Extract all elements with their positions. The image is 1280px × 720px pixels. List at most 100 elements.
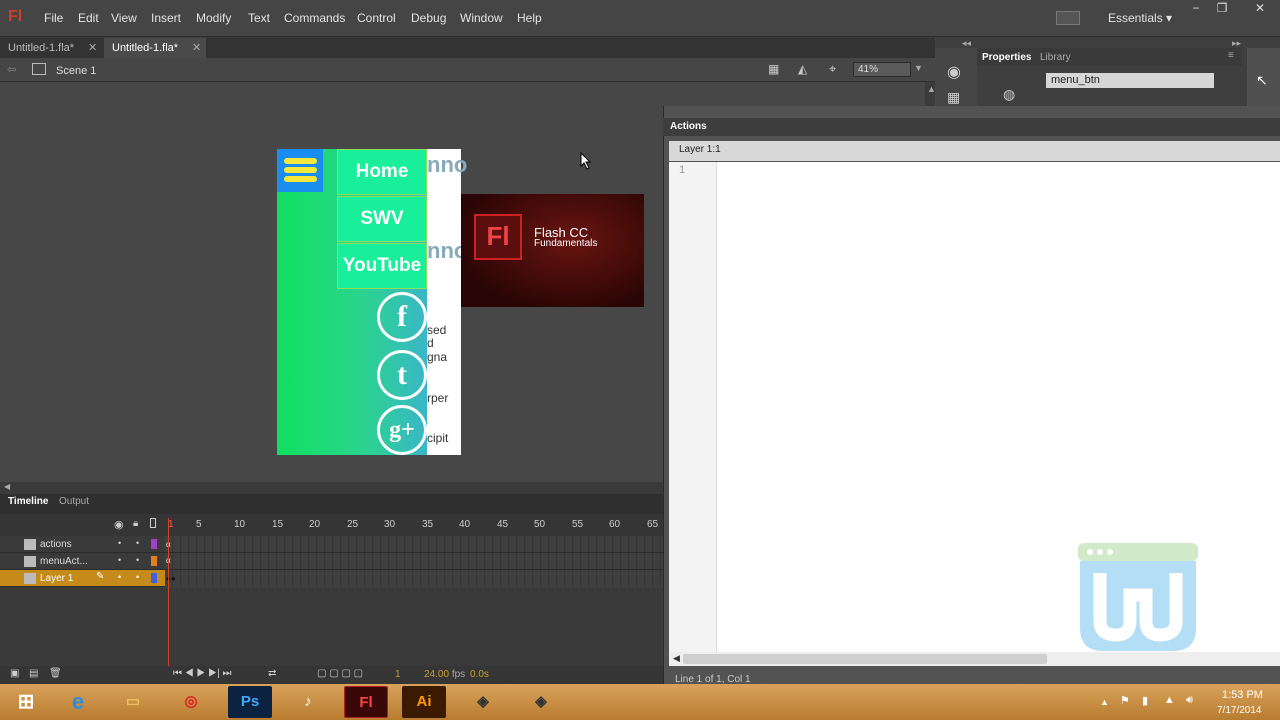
frame-number[interactable]: 45 (497, 519, 508, 530)
frame-number[interactable]: 5 (196, 519, 202, 530)
playhead[interactable] (168, 518, 169, 666)
power-icon[interactable]: ▮ (1142, 694, 1148, 707)
tray-arrow-icon[interactable]: ▲ (1100, 697, 1109, 707)
edit-scene-icon[interactable]: ▦ (768, 62, 779, 76)
layer-row-layer-1[interactable]: Layer 1 ✎ • • (0, 570, 165, 587)
color-palette-icon[interactable]: ◉ (947, 62, 961, 82)
instance-name-field[interactable]: menu_btn (1046, 73, 1214, 88)
tab-library[interactable]: Library (1040, 52, 1071, 63)
layer-row-actions[interactable]: actions • • (0, 536, 663, 553)
tab-document-1[interactable]: Untitled-1.fla* ✕ (0, 38, 102, 58)
frame-number[interactable]: 35 (422, 519, 433, 530)
close-tab-icon[interactable]: ✕ (192, 38, 201, 58)
frame-rate[interactable]: 24.00 fps (424, 669, 465, 680)
network-icon[interactable]: ▲ (1164, 694, 1175, 706)
file-explorer-icon[interactable]: ▭ (111, 686, 155, 718)
google-plus-icon[interactable]: g+ (377, 405, 427, 455)
close-tab-icon[interactable]: ✕ (88, 38, 97, 58)
nav-button-youtube[interactable]: YouTube (337, 243, 427, 289)
start-button-icon[interactable]: ⊞ (4, 686, 48, 718)
chrome-icon[interactable]: ◎ (169, 686, 213, 718)
frame-number[interactable]: 30 (384, 519, 395, 530)
current-frame[interactable]: 1 (395, 669, 401, 680)
frame-number[interactable]: 55 (572, 519, 583, 530)
actions-panel-title[interactable]: Actions (663, 118, 1280, 136)
frame-number[interactable]: 20 (309, 519, 320, 530)
tab-timeline[interactable]: Timeline (8, 496, 48, 507)
close-window-button[interactable]: ✕ (1240, 0, 1280, 18)
loop-icon[interactable]: ⇄ (268, 668, 276, 679)
menu-insert[interactable]: Insert (151, 11, 181, 25)
code-scroll-left-icon[interactable]: ◀ (673, 653, 680, 664)
nav-button-swv[interactable]: SWV (337, 196, 427, 242)
illustrator-icon[interactable]: Ai (402, 686, 446, 718)
menu-control[interactable]: Control (357, 11, 396, 25)
visibility-dot[interactable]: • (118, 538, 121, 548)
layer-color-swatch[interactable] (151, 573, 157, 583)
frame-number[interactable]: 60 (609, 519, 620, 530)
layer-color-swatch[interactable] (151, 556, 157, 566)
frame-number[interactable]: 1 (168, 519, 174, 530)
menu-btn[interactable] (277, 149, 323, 192)
frame-number[interactable]: 50 (534, 519, 545, 530)
visibility-dot[interactable]: • (118, 572, 121, 582)
grid-icon[interactable]: ▦ (947, 89, 960, 106)
code-scroll-thumb[interactable] (683, 654, 1047, 664)
menu-text[interactable]: Text (248, 11, 270, 25)
new-layer-icon[interactable]: ▣ (10, 668, 19, 679)
lock-icon[interactable]: 🔒︎ (133, 518, 138, 529)
frame-number[interactable]: 15 (272, 519, 283, 530)
flash-taskbar-icon[interactable]: Fl (344, 686, 388, 718)
playback-controls[interactable]: ⏮ ◀ ▶ ▶| ⏭ (173, 668, 231, 679)
frame-number[interactable]: 25 (347, 519, 358, 530)
selection-tool-icon[interactable]: ↖ (1256, 72, 1268, 89)
delete-layer-icon[interactable]: 🗑︎ (49, 668, 62, 679)
media-player-icon[interactable]: ♪ (286, 686, 330, 718)
menu-edit[interactable]: Edit (78, 11, 99, 25)
menu-help[interactable]: Help (517, 11, 542, 25)
zoom-dropdown-icon[interactable]: ▼ (914, 63, 923, 73)
sync-settings-icon[interactable] (1056, 11, 1080, 25)
onion-skin-icons[interactable]: ▢ ▢ ▢ ▢ (317, 668, 363, 679)
menu-view[interactable]: View (111, 11, 137, 25)
frame-number[interactable]: 65 (647, 519, 658, 530)
app-icon-10[interactable]: ◈ (519, 686, 563, 718)
new-folder-icon[interactable]: ▤ (29, 668, 38, 679)
internet-explorer-icon[interactable]: e (56, 686, 100, 718)
workspace-switcher[interactable]: Essentials ▾ (1108, 11, 1172, 25)
photoshop-icon[interactable]: Ps (228, 686, 272, 718)
action-center-icon[interactable]: ⚑ (1120, 694, 1130, 707)
panel-menu-icon[interactable]: ≡ (1228, 50, 1234, 61)
script-navigator[interactable]: Layer 1:1 (669, 141, 1280, 161)
menu-debug[interactable]: Debug (411, 11, 446, 25)
layer-color-swatch[interactable] (151, 539, 157, 549)
nav-button-home[interactable]: Home (337, 149, 427, 195)
menu-file[interactable]: File (44, 11, 63, 25)
eye-icon[interactable]: ◉ (114, 518, 124, 531)
visibility-dot[interactable]: • (118, 555, 121, 565)
twitter-icon[interactable]: t (377, 350, 427, 400)
frame-number[interactable]: 10 (234, 519, 245, 530)
facebook-icon[interactable]: f (377, 292, 427, 342)
layer-row-menuact[interactable]: menuAct... • • (0, 553, 663, 570)
scroll-left-icon[interactable]: ◀ (4, 482, 10, 491)
tab-document-2[interactable]: Untitled-1.fla* ✕ (104, 38, 206, 58)
stage-horizontal-scrollbar[interactable] (0, 482, 662, 492)
zoom-input[interactable]: 41% (853, 62, 911, 77)
tab-properties[interactable]: Properties (982, 52, 1031, 63)
volume-icon[interactable]: 🔊︎ (1186, 694, 1193, 707)
frame-number[interactable]: 40 (459, 519, 470, 530)
menu-window[interactable]: Window (460, 11, 503, 25)
clock-date[interactable]: 7/17/2014 (1217, 705, 1262, 716)
app-icon-9[interactable]: ◈ (461, 686, 505, 718)
back-arrow-icon[interactable]: ⇦ (7, 63, 16, 76)
clock-time[interactable]: 1:53 PM (1222, 689, 1263, 701)
menu-commands[interactable]: Commands (284, 11, 345, 25)
tab-output[interactable]: Output (59, 496, 89, 507)
outline-icon[interactable] (150, 518, 156, 528)
restore-button[interactable]: ❐ (1206, 0, 1238, 18)
lock-dot[interactable]: • (136, 555, 139, 565)
lock-dot[interactable]: • (136, 538, 139, 548)
center-stage-icon[interactable]: ⌖ (829, 61, 836, 77)
lock-dot[interactable]: • (136, 572, 139, 582)
